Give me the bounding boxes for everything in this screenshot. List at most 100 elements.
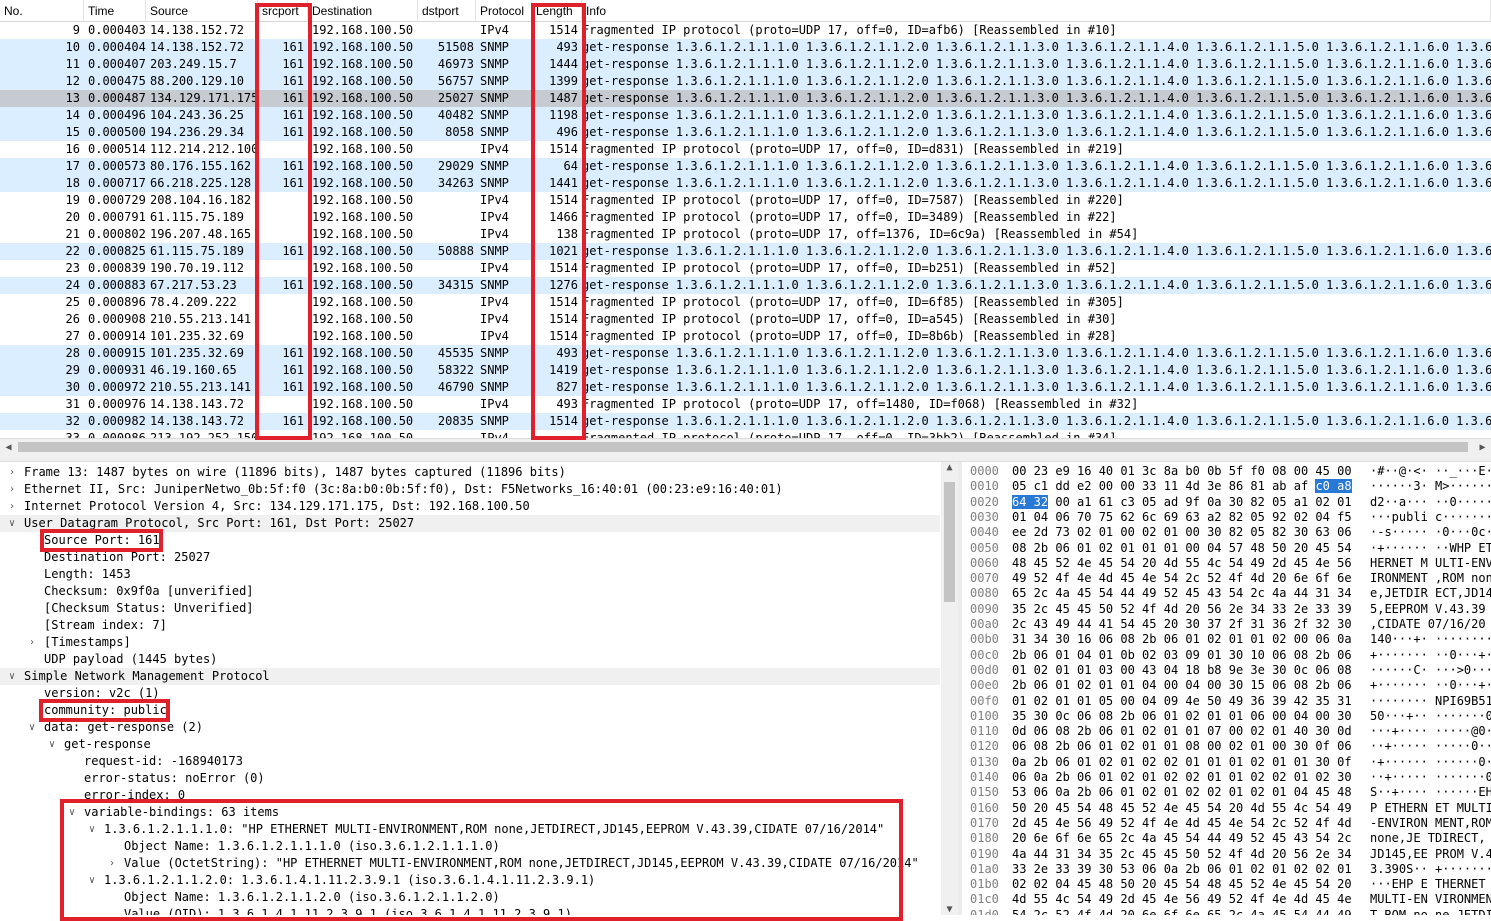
details-vertical-scrollbar[interactable]: ▲ ▼	[941, 462, 958, 915]
detail-tree-item[interactable]: ∨ data: get-response (2)	[0, 719, 940, 736]
packet-row[interactable]: 20 0.000791 61.115.75.189 192.168.100.50 IPv…	[0, 209, 1491, 226]
byte-hex: 08 2b 06 01 02 01 01 01 00 04 57 48 50 2…	[1012, 540, 1352, 555]
chevron-right-icon[interactable]: ›	[6, 481, 18, 498]
chevron-down-icon[interactable]: ∨	[46, 736, 58, 753]
detail-tree-item[interactable]: [Stream index: 7]	[0, 617, 940, 634]
scrollbar-thumb[interactable]	[944, 482, 955, 602]
detail-tree-item[interactable]: community: public	[0, 702, 940, 719]
detail-tree-item[interactable]: Checksum: 0x9f0a [unverified]	[0, 583, 940, 600]
packet-row[interactable]: 29 0.000931 46.19.160.65 161 192.168.100.50 5…	[0, 362, 1491, 379]
scroll-up-arrow-icon[interactable]: ▲	[941, 462, 958, 473]
detail-tree-item[interactable]: error-index: 0	[0, 787, 940, 804]
cell-source: 101.235.32.69	[150, 329, 244, 343]
byte-ascii: 3.390S·· +·······	[1370, 861, 1491, 876]
detail-tree-item[interactable]: › Frame 13: 1487 bytes on wire (11896 bit…	[0, 464, 940, 481]
detail-tree-item[interactable]: ∨ 1.3.6.1.2.1.1.1.0: "HP ETHERNET MULTI-E…	[0, 821, 940, 838]
chevron-down-icon[interactable]: ∨	[6, 515, 18, 532]
detail-tree-item[interactable]: Object Name: 1.3.6.1.2.1.1.1.0 (iso.3.6.…	[0, 838, 940, 855]
detail-tree-item[interactable]: Object Name: 1.3.6.1.2.1.1.2.0 (iso.3.6.…	[0, 889, 940, 906]
detail-tree-item[interactable]: Value (OID): 1.3.6.1.4.1.11.2.3.9.1 (iso…	[0, 906, 940, 915]
packet-row[interactable]: 27 0.000914 101.235.32.69 192.168.100.50 IPv…	[0, 328, 1491, 345]
packet-row[interactable]: 15 0.000500 194.236.29.34 161 192.168.100.50…	[0, 124, 1491, 141]
scroll-left-arrow-icon[interactable]: ◀	[0, 439, 17, 456]
packet-row[interactable]: 28 0.000915 101.235.32.69 161 192.168.100.50…	[0, 345, 1491, 362]
column-header-destination[interactable]: Destination	[308, 0, 418, 22]
packet-row[interactable]: 10 0.000404 14.138.152.72 161 192.168.100.50…	[0, 39, 1491, 56]
cell-info: get-response 1.3.6.1.2.1.1.1.0 1.3.6.1.2…	[582, 346, 1491, 360]
detail-tree-item[interactable]: › Value (OctetString): "HP ETHERNET MULTI…	[0, 855, 940, 872]
chevron-down-icon[interactable]: ∨	[26, 719, 38, 736]
cell-srcport	[258, 226, 304, 243]
chevron-down-icon[interactable]: ∨	[66, 804, 78, 821]
packet-row[interactable]: 25 0.000896 78.4.209.222 192.168.100.50 IPv4…	[0, 294, 1491, 311]
detail-tree-item[interactable]: Length: 1453	[0, 566, 940, 583]
detail-tree-item[interactable]: Source Port: 161	[0, 532, 940, 549]
byte-hex: 02 02 04 45 48 50 20 45 54 48 45 52 4e 4…	[1012, 877, 1352, 892]
chevron-down-icon[interactable]: ∨	[86, 872, 98, 889]
scroll-right-arrow-icon[interactable]: ▶	[1474, 439, 1491, 456]
packet-row[interactable]: 22 0.000825 61.115.75.189 161 192.168.100.50…	[0, 243, 1491, 260]
cell-protocol: IPv4	[480, 193, 509, 207]
scrollbar-thumb[interactable]	[18, 442, 1468, 452]
detail-tree-item-label: Value (OID): 1.3.6.1.4.1.11.2.3.9.1 (iso…	[124, 907, 572, 915]
byte-offset: 0190	[970, 846, 999, 861]
packet-row[interactable]: 17 0.000573 80.176.155.162 161 192.168.100.5…	[0, 158, 1491, 175]
packet-row[interactable]: 16 0.000514 112.214.212.100 192.168.100.50 I…	[0, 141, 1491, 158]
detail-tree-item[interactable]: ∨ variable-bindings: 63 items	[0, 804, 940, 821]
packet-row[interactable]: 18 0.000717 66.218.225.128 161 192.168.100.5…	[0, 175, 1491, 192]
chevron-right-icon[interactable]: ›	[6, 498, 18, 515]
cell-length: 1514	[549, 193, 578, 207]
packet-row[interactable]: 31 0.000976 14.138.143.72 192.168.100.50 IPv…	[0, 396, 1491, 413]
packet-row[interactable]: 24 0.000883 67.217.53.23 161 192.168.100.50 3…	[0, 277, 1491, 294]
packet-row[interactable]: 14 0.000496 104.243.36.25 161 192.168.100.50…	[0, 107, 1491, 124]
detail-tree-item[interactable]: ∨ User Datagram Protocol, Src Port: 161, …	[0, 515, 940, 532]
packet-list[interactable]: No. Time Source srcport Destination dstp…	[0, 0, 1491, 438]
chevron-right-icon[interactable]: ›	[106, 855, 118, 872]
packet-row[interactable]: 9 0.000403 14.138.152.72 192.168.100.50 IPv4…	[0, 22, 1491, 39]
packet-row[interactable]: 11 0.000407 203.249.15.7 161 192.168.100.50 4…	[0, 56, 1491, 73]
detail-tree-item[interactable]: › Ethernet II, Src: JuniperNetwo_0b:5f:f0…	[0, 481, 940, 498]
packet-row[interactable]: 13 0.000487 134.129.171.175 161 192.168.100.…	[0, 90, 1491, 107]
column-header-no[interactable]: No.	[0, 0, 84, 22]
packet-row[interactable]: 12 0.000475 88.200.129.10 161 192.168.100.50…	[0, 73, 1491, 90]
detail-tree-item[interactable]: error-status: noError (0)	[0, 770, 940, 787]
scroll-down-arrow-icon[interactable]: ▼	[941, 904, 958, 915]
detail-tree-item-label: Source Port: 161	[44, 533, 160, 547]
cell-dstport: 34263	[437, 176, 474, 190]
packet-bytes-pane[interactable]: 0000 00 23 e9 16 40 01 3c 8a b0 0b 5f f0 …	[962, 462, 1491, 915]
packet-row[interactable]: 26 0.000908 210.55.213.141 192.168.100.50 IP…	[0, 311, 1491, 328]
packet-details-pane[interactable]: › Frame 13: 1487 bytes on wire (11896 bit…	[0, 462, 940, 915]
detail-tree-item[interactable]: ∨ get-response	[0, 736, 940, 753]
cell-destination: 192.168.100.50	[312, 210, 414, 224]
column-header-srcport[interactable]: srcport	[258, 0, 308, 22]
chevron-down-icon[interactable]: ∨	[86, 821, 98, 838]
column-header-length[interactable]: Length	[532, 0, 582, 22]
column-header-protocol[interactable]: Protocol	[476, 0, 532, 22]
packet-row[interactable]: 33 0.000986 213.192.252.150 192.168.100.50 I…	[0, 430, 1491, 438]
packet-row[interactable]: 32 0.000982 14.138.143.72 161 192.168.100.50…	[0, 413, 1491, 430]
packet-list-horizontal-scrollbar[interactable]: ◀ ▶	[0, 438, 1491, 455]
detail-tree-item[interactable]: › Internet Protocol Version 4, Src: 134.1…	[0, 498, 940, 515]
detail-tree-item[interactable]: request-id: -168940173	[0, 753, 940, 770]
detail-tree-item[interactable]: version: v2c (1)	[0, 685, 940, 702]
detail-tree-item[interactable]: › [Timestamps]	[0, 634, 940, 651]
cell-source: 213.192.252.150	[150, 431, 256, 438]
packet-row[interactable]: 23 0.000839 190.70.19.112 192.168.100.50 IPv…	[0, 260, 1491, 277]
chevron-down-icon[interactable]: ∨	[6, 668, 18, 685]
packet-row[interactable]: 19 0.000729 208.104.16.182 192.168.100.50 IP…	[0, 192, 1491, 209]
column-header-time[interactable]: Time	[84, 0, 146, 22]
byte-offset: 0110	[970, 724, 999, 739]
pane-splitter[interactable]	[0, 455, 1491, 462]
detail-tree-item[interactable]: ∨ 1.3.6.1.2.1.1.2.0: 1.3.6.1.4.1.11.2.3.9…	[0, 872, 940, 889]
packet-row[interactable]: 30 0.000972 210.55.213.141 161 192.168.100.5…	[0, 379, 1491, 396]
detail-tree-item[interactable]: ∨ Simple Network Management Protocol	[0, 668, 940, 685]
detail-tree-item[interactable]: UDP payload (1445 bytes)	[0, 651, 940, 668]
packet-row[interactable]: 21 0.000802 196.207.48.165 192.168.100.50 IP…	[0, 226, 1491, 243]
column-header-source[interactable]: Source	[146, 0, 258, 22]
chevron-right-icon[interactable]: ›	[6, 464, 18, 481]
chevron-right-icon[interactable]: ›	[26, 634, 38, 651]
column-header-dstport[interactable]: dstport	[418, 0, 476, 22]
detail-tree-item[interactable]: [Checksum Status: Unverified]	[0, 600, 940, 617]
column-header-info[interactable]: Info	[582, 0, 1491, 22]
detail-tree-item[interactable]: Destination Port: 25027	[0, 549, 940, 566]
